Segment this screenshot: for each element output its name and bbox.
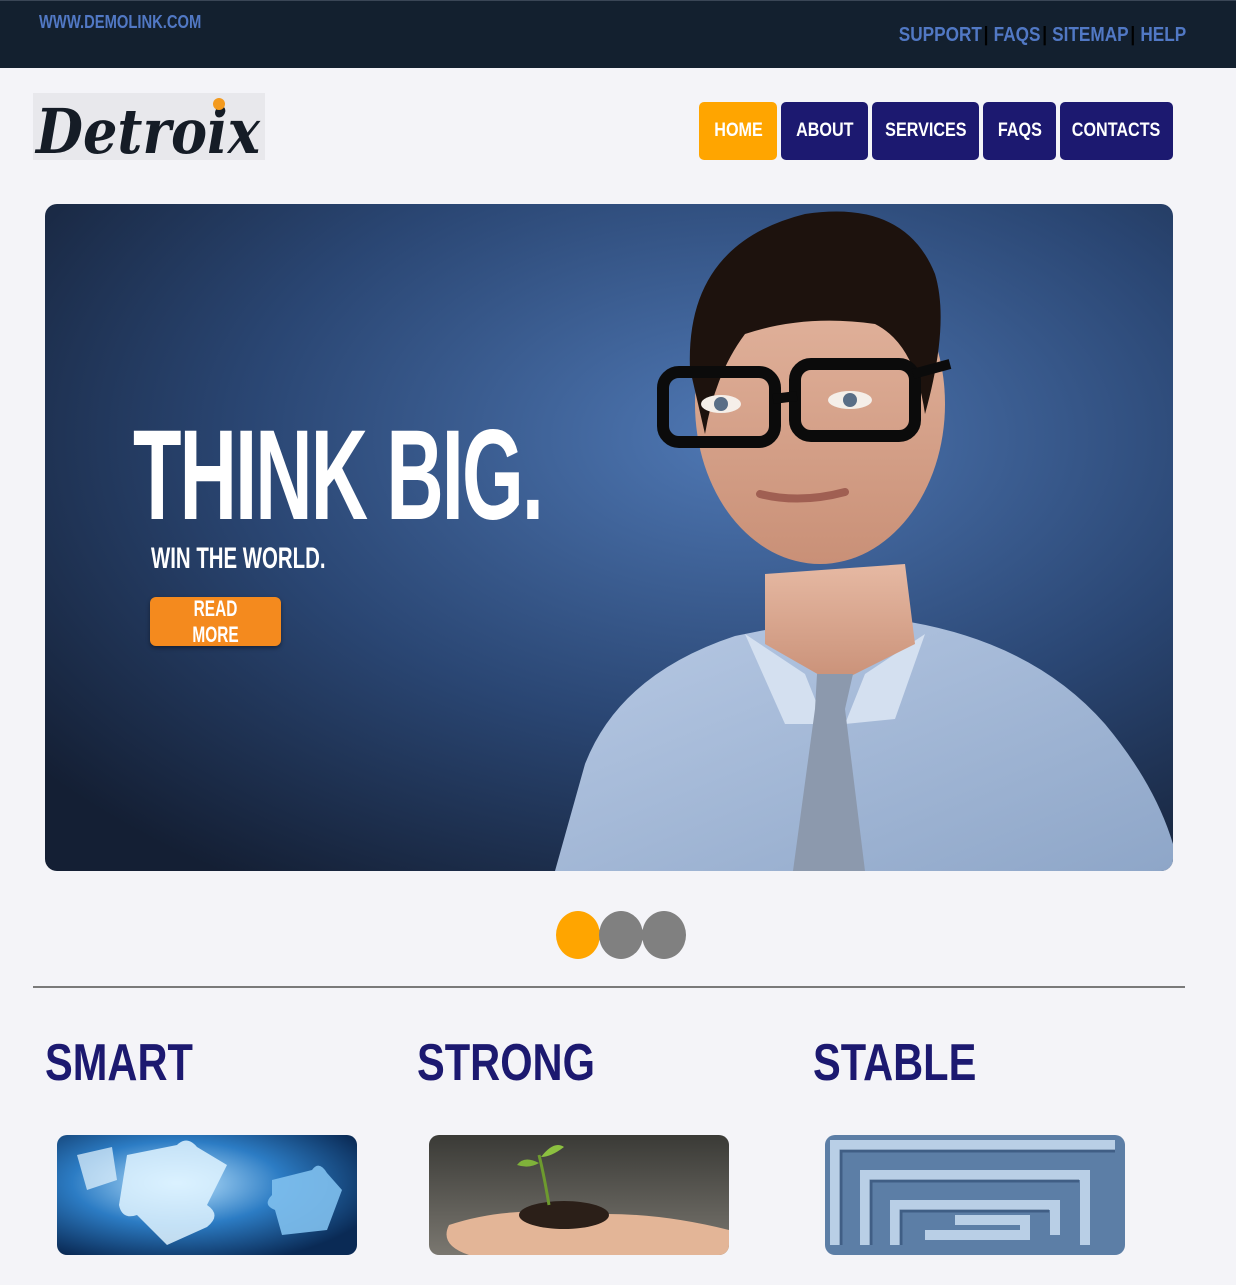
faqs-link[interactable]: FAQS	[993, 24, 1040, 47]
nav-services[interactable]: SERVICES	[872, 102, 979, 160]
feature-title-smart: SMART	[45, 1034, 193, 1092]
slider-dots	[556, 911, 686, 959]
logo-image: Detroix	[33, 93, 265, 168]
site-link[interactable]: WWW.DEMOLINK.COM	[39, 12, 201, 33]
slider-dot-1[interactable]	[556, 911, 600, 959]
hero-subtitle: WIN THE WORLD.	[151, 542, 326, 575]
support-link[interactable]: SUPPORT	[899, 24, 982, 47]
feature-title-stable: STABLE	[813, 1034, 977, 1092]
separator: |	[983, 24, 989, 46]
help-link[interactable]: HELP	[1140, 24, 1186, 47]
logo-dot-icon	[213, 98, 225, 110]
slider-dot-2[interactable]	[599, 911, 643, 959]
divider	[33, 986, 1185, 988]
hero-title: THINK BIG.	[133, 404, 544, 547]
read-more-button[interactable]: READ MORE	[150, 596, 281, 647]
separator: |	[1041, 24, 1047, 46]
puzzle-image	[57, 1135, 357, 1255]
nav-home[interactable]: HOME	[699, 102, 777, 160]
nav-about[interactable]: ABOUT	[781, 102, 868, 160]
nav-contacts[interactable]: CONTACTS	[1060, 102, 1173, 160]
logo[interactable]: Detroix	[33, 93, 265, 168]
slider-dot-3[interactable]	[642, 911, 686, 959]
maze-image	[825, 1135, 1125, 1255]
main-nav: HOME ABOUT SERVICES FAQS CONTACTS	[699, 102, 1173, 160]
separator: |	[1130, 24, 1135, 46]
svg-text:Detroix: Detroix	[34, 95, 261, 160]
top-bar: WWW.DEMOLINK.COM SUPPORT | FAQS | SITEMA…	[0, 0, 1236, 68]
feature-title-strong: STRONG	[417, 1034, 595, 1092]
nav-faqs[interactable]: FAQS	[983, 102, 1056, 160]
top-links: SUPPORT | FAQS | SITEMAP | HELP	[899, 24, 1186, 47]
sitemap-link[interactable]: SITEMAP	[1052, 24, 1128, 47]
seedling-image	[429, 1135, 729, 1255]
hero-slider: THINK BIG. WIN THE WORLD. READ MORE	[45, 204, 1173, 871]
